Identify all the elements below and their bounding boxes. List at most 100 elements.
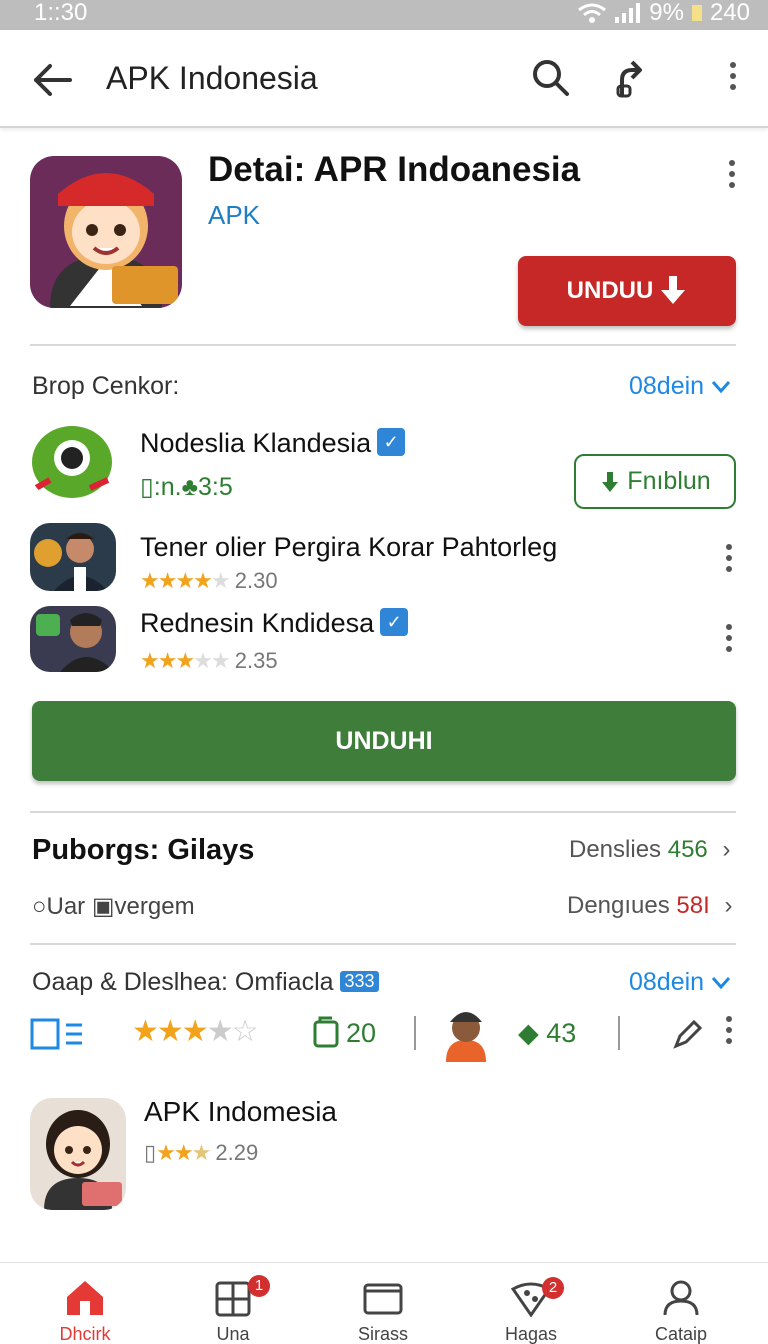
- separator: [618, 1016, 620, 1050]
- battery-percent: 9%: [649, 0, 684, 26]
- nav-label: Sirass: [357, 1324, 408, 1344]
- app-item-icon[interactable]: [30, 1098, 126, 1210]
- status-time: 1::30: [34, 0, 88, 26]
- status-extra: 240: [709, 0, 750, 26]
- install-button-label: Fnıblun: [627, 467, 711, 495]
- list-item-rating-row: ★★★★★ 2.35: [140, 648, 278, 674]
- section-label-text: Oaap & Dleslhea: Omfiacla: [32, 968, 334, 996]
- nav-label: Una: [216, 1324, 250, 1344]
- nav-badge: 1: [248, 1275, 270, 1297]
- stats-line-1-value: 456: [667, 836, 708, 863]
- circle-icon: ○: [32, 893, 47, 920]
- list-view-icon[interactable]: [30, 1017, 84, 1051]
- status-bar: 1::30 9% 240: [0, 0, 768, 30]
- download-arrow-icon: [661, 276, 686, 304]
- filter-a-label: Uar: [46, 893, 86, 920]
- nav-item-media[interactable]: Sirass: [328, 1263, 438, 1344]
- stats-title: Puborgs: Gilays: [32, 834, 255, 866]
- hero-more-icon[interactable]: [727, 160, 737, 194]
- grid-icon: [215, 1281, 251, 1317]
- nav-label: Dhcirk: [59, 1324, 111, 1344]
- stats-line-1[interactable]: Denslies 456 ›: [569, 836, 730, 864]
- chevron-down-icon: [711, 381, 731, 394]
- separator: [414, 1016, 416, 1050]
- list-item-meta-text: :n.: [153, 473, 182, 501]
- status-icons: 9% 240: [577, 0, 750, 27]
- chevron-down-icon: [711, 977, 731, 990]
- app-item-rating: 2.29: [215, 1140, 259, 1165]
- see-more-label: 08dein: [629, 968, 705, 996]
- nav-item-apps[interactable]: 1 Una: [178, 1263, 288, 1344]
- phone-icon: [313, 1016, 339, 1048]
- person-icon: [663, 1280, 699, 1316]
- nav-item-profile[interactable]: Cataip: [626, 1263, 736, 1344]
- item-more-icon[interactable]: [724, 624, 734, 658]
- signal-icon: [615, 3, 641, 23]
- list-item-title-text: Rednesin Kndidesa: [140, 608, 375, 638]
- image-icon: ▣: [91, 893, 115, 920]
- nav-item-games[interactable]: 2 Hagas: [476, 1263, 586, 1344]
- avatar-icon[interactable]: [440, 998, 492, 1062]
- count-badge: 333: [340, 971, 379, 992]
- list-item-rating: 2.30: [234, 568, 278, 593]
- app-detail-category[interactable]: APK: [208, 200, 260, 231]
- list-item-title[interactable]: Tener olier Pergira Korar Pahtorleg: [140, 532, 557, 563]
- filter-b-label: vergem: [114, 893, 195, 920]
- wifi-icon: [578, 3, 607, 23]
- list-item-rating: 3:5: [197, 473, 233, 501]
- filter-more-icon[interactable]: [724, 1016, 734, 1050]
- item-more-icon[interactable]: [724, 544, 734, 578]
- download-button[interactable]: UNDUU: [518, 256, 736, 326]
- list-item-meta: ▯:n.♣3:5: [140, 472, 233, 502]
- app-hero-icon: [30, 156, 182, 308]
- count-a: 20: [346, 1018, 377, 1048]
- list-item-title[interactable]: Rednesin Kndidesa ✓: [140, 608, 409, 639]
- app-item-title[interactable]: APK Indomesia: [144, 1096, 337, 1128]
- stats-line-2[interactable]: Dengıues 58I ›: [567, 892, 732, 920]
- app-item-rating-row: ▯★★★ 2.29: [144, 1140, 258, 1166]
- stats-filters[interactable]: ○Uar ▣vergem: [32, 892, 195, 921]
- count-b: ◆ 43: [518, 1018, 576, 1049]
- divider: [30, 943, 736, 945]
- divider: [30, 811, 736, 813]
- battery-icon: ▯: [144, 1140, 157, 1165]
- stats-line-2-label: Dengıues: [567, 892, 670, 919]
- divider: [30, 344, 736, 346]
- more-menu-icon[interactable]: [728, 62, 738, 96]
- count-b-value: 43: [546, 1018, 577, 1048]
- nav-item-home[interactable]: Dhcirk: [30, 1263, 140, 1344]
- app-bar-title: APK Indonesia: [106, 60, 318, 96]
- leaf-icon: ◆: [518, 1018, 539, 1048]
- install-button[interactable]: Fnıblun: [574, 454, 736, 509]
- nav-label: Hagas: [504, 1324, 558, 1344]
- rating-filter-stars[interactable]: ★★★★☆: [132, 1014, 258, 1049]
- app-detail-title: Detai: APR Indoanesia: [208, 150, 581, 189]
- list-item-title[interactable]: Nodeslia Klandesia ✓: [140, 428, 406, 459]
- battery-icon: [691, 5, 702, 21]
- app-icon-person-2[interactable]: [30, 606, 116, 672]
- rating-stars: ★★★★★: [140, 568, 231, 593]
- back-arrow-icon[interactable]: [30, 58, 74, 102]
- app-icon-camera[interactable]: [30, 424, 114, 500]
- verified-icon: ✓: [377, 428, 406, 456]
- list-item-rating-row: ★★★★★ 2.30: [140, 568, 278, 594]
- rating-stars: ★★★: [156, 1140, 211, 1165]
- list-item-title-text: Nodeslia Klandesia: [140, 428, 372, 458]
- app-bar: APK Indonesia: [0, 30, 768, 128]
- section-see-more-link[interactable]: 08dein: [629, 968, 731, 997]
- stats-line-2-value: 58I: [676, 892, 710, 919]
- download-leaf-icon: [602, 471, 619, 492]
- section-label: Oaap & Dleslhea: Omfiacla 333: [32, 968, 379, 997]
- share-icon[interactable]: [612, 56, 652, 100]
- main-download-button[interactable]: UNDUHI: [32, 701, 736, 781]
- search-icon[interactable]: [530, 56, 570, 100]
- edit-pen-icon[interactable]: [672, 1016, 704, 1050]
- see-more-label: 08dein: [629, 372, 705, 400]
- nav-badge: 2: [542, 1277, 564, 1299]
- section-label: Brop Cenkor:: [32, 372, 180, 400]
- section-see-more-link[interactable]: 08dein: [629, 372, 731, 401]
- stats-line-1-label: Denslies: [569, 836, 662, 863]
- app-icon-person[interactable]: [30, 523, 116, 591]
- chevron-right-icon: ›: [724, 892, 733, 919]
- nav-label: Cataip: [654, 1324, 708, 1344]
